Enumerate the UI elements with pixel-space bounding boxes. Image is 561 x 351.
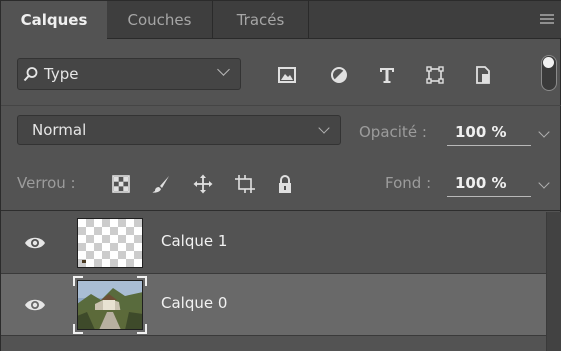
lock-row: Verrou : Fond: 100 %: [1, 153, 561, 211]
tab-calques[interactable]: Calques: [1, 1, 107, 40]
blend-mode-select[interactable]: Normal: [17, 115, 341, 145]
layers-list: Calque 1 Calque 0: [1, 212, 546, 351]
layer-name[interactable]: Calque 1: [161, 232, 227, 250]
selection-corner: [137, 324, 147, 334]
layer-photo-thumbnail: [77, 280, 143, 330]
filter-type-select[interactable]: Type: [17, 58, 241, 90]
blend-mode-value: Normal: [32, 121, 87, 139]
panel-menu-icon[interactable]: [540, 14, 554, 25]
filter-toggle-switch[interactable]: [541, 55, 557, 91]
layer-filter-row: Type: [1, 40, 561, 96]
lock-transparent-pixels-icon[interactable]: [111, 174, 131, 194]
eye-icon[interactable]: [24, 297, 46, 313]
opacity-chevron-icon[interactable]: [538, 126, 550, 138]
selection-corner: [73, 324, 83, 334]
lock-position-icon[interactable]: [193, 174, 213, 194]
selection-corner: [73, 276, 83, 286]
shape-filter-icon[interactable]: [425, 65, 445, 85]
eye-icon[interactable]: [24, 235, 46, 251]
filter-type-label: Type: [44, 65, 79, 83]
smart-object-filter-icon[interactable]: [473, 65, 493, 85]
fill-field[interactable]: 100 %: [447, 171, 531, 197]
adjustment-filter-icon[interactable]: [329, 65, 349, 85]
layer-name[interactable]: Calque 0: [161, 294, 227, 312]
search-icon: [23, 67, 38, 82]
blend-row: Normal Opacité : 100 %: [1, 105, 561, 153]
type-filter-icon[interactable]: [377, 65, 397, 85]
opacity-label: Opacité :: [359, 123, 427, 141]
layer-row-calque-0[interactable]: Calque 0: [1, 274, 546, 336]
image-filter-icon[interactable]: [277, 65, 297, 85]
lock-label: Verrou :: [17, 174, 76, 192]
fill-chevron-icon[interactable]: [538, 177, 550, 189]
toggle-knob: [543, 57, 554, 68]
layer-row-calque-1[interactable]: Calque 1: [1, 212, 546, 274]
layers-panel: Calques Couches Tracés Type Normal Opaci…: [0, 0, 561, 351]
layers-scrollbar[interactable]: [546, 212, 561, 351]
opacity-field[interactable]: 100 %: [447, 120, 531, 146]
tab-traces[interactable]: Tracés: [213, 1, 309, 39]
chevron-down-icon: [217, 63, 230, 76]
selection-corner: [137, 276, 147, 286]
fill-label: Fond :: [385, 174, 432, 192]
layer-thumbnail: [77, 218, 143, 268]
lock-artboard-icon[interactable]: [235, 174, 255, 194]
lock-all-icon[interactable]: [275, 174, 295, 194]
tab-couches[interactable]: Couches: [107, 1, 213, 39]
lock-image-pixels-icon[interactable]: [151, 174, 171, 194]
panel-tab-bar: Calques Couches Tracés: [1, 1, 561, 40]
chevron-down-icon: [318, 122, 330, 134]
